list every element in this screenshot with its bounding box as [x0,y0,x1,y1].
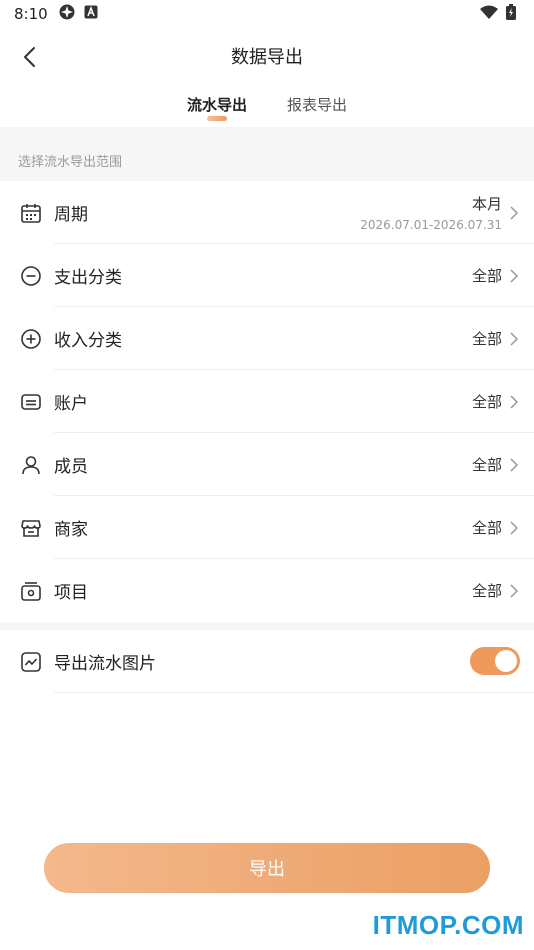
period-value: 本月 [471,195,502,213]
project-icon [18,578,44,604]
chevron-right-icon [510,520,519,535]
tab-label: 流水导出 [186,96,247,114]
toggle-knob [495,650,517,672]
row-value: 全部 [471,456,502,474]
battery-icon [506,4,516,24]
row-right: 本月 2026.07.01-2026.07.31 [360,181,520,244]
row-right: 全部 [472,496,520,559]
chevron-right-icon [510,331,519,346]
row-right: 全部 [472,244,520,307]
tab-indicator [206,116,227,121]
row-value: 全部 [471,267,502,285]
store-icon [18,515,44,541]
row-project[interactable]: 项目 全部 [0,559,534,622]
row-value: 全部 [471,582,502,600]
chart-image-icon [18,649,44,675]
period-range: 2026.07.01-2026.07.31 [360,218,502,232]
minus-circle-icon [18,263,44,289]
row-right: 全部 [472,433,520,496]
export-button[interactable]: 导出 [44,843,490,893]
status-bar: 8:10 [0,0,534,28]
plus-circle-icon [18,326,44,352]
row-member[interactable]: 成员 全部 [0,433,534,496]
row-label: 账户 [54,394,88,414]
section-label: 选择流水导出范围 [18,155,123,170]
row-value: 本月 2026.07.01-2026.07.31 [360,193,502,232]
row-right: 全部 [472,370,520,433]
watermark: ITMOP.COM [372,910,524,940]
chevron-right-icon [510,205,519,220]
tab-label: 报表导出 [287,96,348,114]
calendar-icon [18,200,44,226]
row-label: 收入分类 [54,331,122,351]
row-right: 全部 [472,559,520,622]
row-period[interactable]: 周期 本月 2026.07.01-2026.07.31 [0,181,534,244]
export-image-toggle[interactable] [470,647,520,675]
chevron-right-icon [510,583,519,598]
section-gap [0,622,534,630]
page-title: 数据导出 [231,47,303,68]
row-account[interactable]: 账户 全部 [0,370,534,433]
tab-report-export[interactable]: 报表导出 [287,86,347,126]
tabs: 流水导出 报表导出 [0,86,534,126]
row-income-category[interactable]: 收入分类 全部 [0,307,534,370]
tab-transaction-export[interactable]: 流水导出 [187,86,247,126]
row-label: 商家 [54,520,88,540]
divider [54,692,534,693]
row-value: 全部 [471,393,502,411]
status-right [480,4,516,24]
row-label: 导出流水图片 [54,654,156,674]
row-expense-category[interactable]: 支出分类 全部 [0,244,534,307]
app-notification-icon [58,3,76,25]
row-label: 支出分类 [54,268,122,288]
chevron-right-icon [510,394,519,409]
nav-bar: 数据导出 [0,34,534,78]
wifi-icon [480,5,498,23]
row-label: 成员 [54,457,88,477]
row-value: 全部 [471,519,502,537]
chevron-right-icon [510,457,519,472]
row-label: 项目 [54,583,88,603]
app-a-icon [84,5,98,23]
row-right: 全部 [472,307,520,370]
chevron-right-icon [510,268,519,283]
row-merchant[interactable]: 商家 全部 [0,496,534,559]
person-icon [18,452,44,478]
status-time: 8:10 [14,5,48,23]
card-icon [18,389,44,415]
back-button[interactable] [14,42,44,72]
row-value: 全部 [471,330,502,348]
filter-list: 周期 本月 2026.07.01-2026.07.31 支出分类 全部 收入分类… [0,181,534,622]
chevron-left-icon [24,47,35,67]
row-label: 周期 [54,205,88,225]
row-export-image: 导出流水图片 [0,630,534,693]
